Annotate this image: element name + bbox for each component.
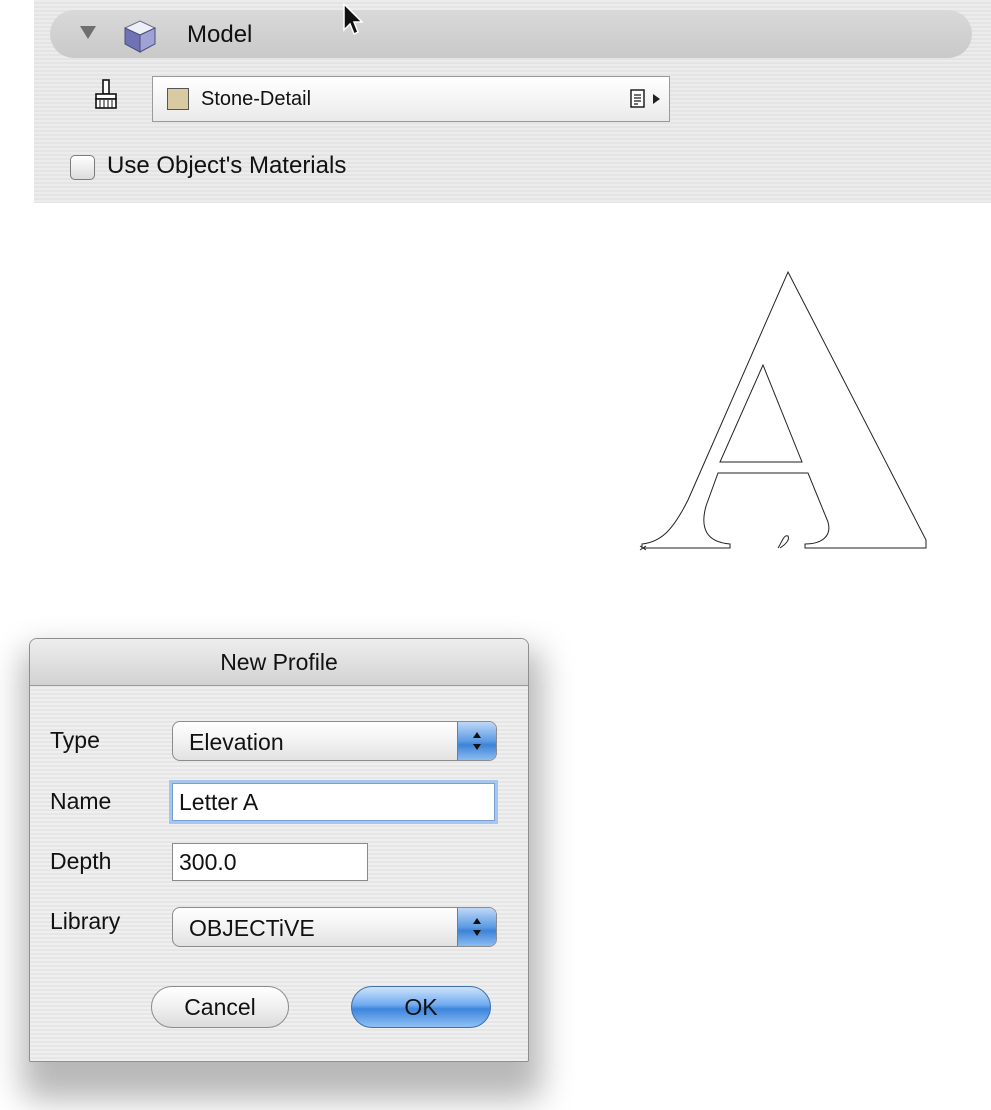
paint-brush-icon[interactable]	[92, 78, 120, 114]
dialog-title: New Profile	[220, 649, 338, 675]
material-selector[interactable]: Stone-Detail	[152, 76, 670, 122]
model-panel: Model Stone-Detail Use Object's Material…	[34, 0, 991, 203]
type-label: Type	[50, 727, 100, 753]
stepper-arrows-icon[interactable]	[457, 722, 496, 760]
ok-button[interactable]: OK	[351, 986, 491, 1028]
cursor-icon	[343, 2, 364, 36]
material-name: Stone-Detail	[201, 88, 312, 110]
library-value: OBJECTiVE	[189, 915, 315, 941]
new-profile-dialog: New Profile Type Elevation Name Depth Li…	[29, 638, 529, 1062]
type-value: Elevation	[189, 729, 284, 755]
name-label: Name	[50, 788, 112, 814]
use-object-materials-label: Use Object's Materials	[107, 152, 347, 179]
letter-a-profile-outline	[639, 270, 927, 551]
disclosure-triangle-icon[interactable]	[80, 26, 96, 39]
library-label: Library	[50, 908, 121, 934]
name-field[interactable]	[172, 783, 495, 821]
cancel-button[interactable]: Cancel	[151, 986, 289, 1028]
document-icon[interactable]	[629, 89, 647, 109]
model-section-header[interactable]: Model	[50, 10, 972, 58]
depth-label: Depth	[50, 848, 112, 874]
depth-field[interactable]	[172, 843, 368, 881]
material-swatch	[167, 88, 189, 110]
model-section-title: Model	[187, 21, 253, 48]
stepper-arrows-icon[interactable]	[457, 908, 496, 946]
type-popup[interactable]: Elevation	[172, 721, 497, 761]
cube-icon	[123, 20, 157, 53]
menu-arrow-icon[interactable]	[653, 94, 660, 104]
library-popup[interactable]: OBJECTiVE	[172, 907, 497, 947]
use-object-materials-checkbox[interactable]	[70, 155, 95, 180]
dialog-titlebar[interactable]: New Profile	[30, 639, 528, 686]
